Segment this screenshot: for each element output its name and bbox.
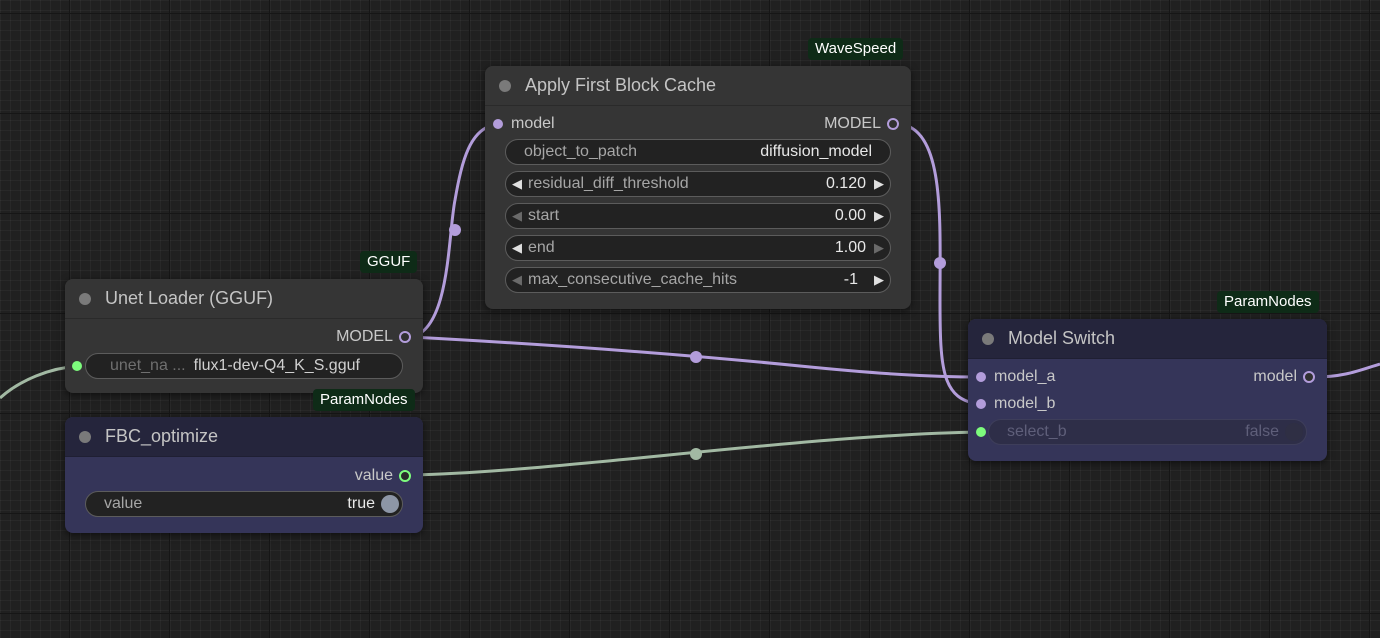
input-connector-icon[interactable] <box>976 399 986 409</box>
right-triangle-icon[interactable]: ▶ <box>868 208 890 224</box>
left-triangle-icon[interactable]: ◀ <box>506 208 528 224</box>
output-slot-label: value <box>354 467 393 484</box>
node-badge-wavespeed: WaveSpeed <box>808 38 904 60</box>
collapse-toggle-icon[interactable] <box>79 292 91 305</box>
node-unet-loader[interactable]: Unet Loader (GGUF) MODEL unet_na ... flu… <box>65 279 423 393</box>
max-consecutive-cache-hits-number[interactable]: ◀ max_consecutive_cache_hits -1 ▶ <box>505 267 891 293</box>
widget-label: unet_na ... <box>110 357 186 374</box>
widget-label: start <box>528 207 560 224</box>
residual-diff-threshold-number[interactable]: ◀ residual_diff_threshold 0.120 ▶ <box>505 171 891 197</box>
widget-label: object_to_patch <box>524 143 637 160</box>
left-triangle-icon[interactable]: ◀ <box>506 272 528 288</box>
collapse-toggle-icon[interactable] <box>982 332 994 345</box>
input-slot-label: model <box>511 115 555 132</box>
node-fbc-optimize[interactable]: FBC_optimize value value true <box>65 417 423 533</box>
output-slot-label: MODEL <box>336 328 393 345</box>
node-title: Apply First Block Cache <box>525 75 717 95</box>
input-connector-icon[interactable] <box>493 119 503 129</box>
toggle-knob-icon <box>1285 423 1303 441</box>
right-triangle-icon[interactable]: ▶ <box>868 272 890 288</box>
widget-label: max_consecutive_cache_hits <box>528 271 738 288</box>
node-badge-gguf: GGUF <box>360 251 418 273</box>
output-slot-value[interactable]: value <box>355 465 411 487</box>
widget-value: -1 <box>843 271 858 288</box>
output-slot-model[interactable]: model <box>1253 366 1315 388</box>
widget-value: flux1-dev-Q4_K_S.gguf <box>193 357 360 374</box>
end-number[interactable]: ◀ end 1.00 ▶ <box>505 235 891 261</box>
left-triangle-icon[interactable]: ◀ <box>506 240 528 256</box>
node-title: Model Switch <box>1008 328 1116 348</box>
output-slot-model[interactable]: MODEL <box>824 113 899 135</box>
right-triangle-icon[interactable]: ▶ <box>868 176 890 192</box>
widget-label: end <box>528 239 555 256</box>
link-fbc-optimize-to-select-b[interactable] <box>410 430 981 477</box>
object-to-patch-combo[interactable]: object_to_patch diffusion_model <box>505 139 891 165</box>
node-title-bar[interactable]: Model Switch <box>968 319 1327 359</box>
input-slot-label: model_a <box>994 368 1056 385</box>
widget-label: residual_diff_threshold <box>528 175 689 192</box>
toggle-knob-icon <box>381 495 399 513</box>
node-title-bar[interactable]: Unet Loader (GGUF) <box>65 279 423 319</box>
output-connector-icon[interactable] <box>1303 371 1315 383</box>
link-unet-to-switch-a[interactable] <box>410 335 981 379</box>
widget-value: false <box>1245 423 1279 440</box>
output-connector-icon[interactable] <box>399 331 411 343</box>
node-apply-first-block-cache[interactable]: Apply First Block Cache model MODEL obje… <box>485 66 911 309</box>
collapse-toggle-icon[interactable] <box>79 430 91 443</box>
node-title: FBC_optimize <box>105 426 219 446</box>
unet-name-combo[interactable]: unet_na ... flux1-dev-Q4_K_S.gguf <box>85 353 403 379</box>
right-triangle-icon[interactable]: ▶ <box>868 240 890 256</box>
select-b-toggle[interactable]: select_b false <box>988 419 1307 445</box>
input-slot-label: model_b <box>994 395 1056 412</box>
node-badge-paramnodes: ParamNodes <box>313 389 415 411</box>
widget-value: 1.00 <box>834 239 866 256</box>
widget-value: 0.120 <box>825 175 866 192</box>
output-slot-model[interactable]: MODEL <box>336 326 411 348</box>
input-connector-icon[interactable] <box>976 372 986 382</box>
start-number[interactable]: ◀ start 0.00 ▶ <box>505 203 891 229</box>
output-slot-label: model <box>1253 368 1297 385</box>
widget-label: select_b <box>1007 423 1067 440</box>
widget-value: true <box>347 495 375 512</box>
node-title: Unet Loader (GGUF) <box>105 288 274 308</box>
widget-input-connector-icon[interactable] <box>72 361 82 371</box>
node-title-bar[interactable]: FBC_optimize <box>65 417 423 457</box>
node-model-switch[interactable]: Model Switch model_a model model_b selec… <box>968 319 1327 461</box>
input-slot-model[interactable]: model <box>493 113 555 135</box>
widget-value: diffusion_model <box>760 143 872 160</box>
value-toggle[interactable]: value true <box>85 491 403 517</box>
output-slot-label: MODEL <box>824 115 881 132</box>
widget-input-connector-icon[interactable] <box>976 427 986 437</box>
node-badge-paramnodes: ParamNodes <box>1217 291 1319 313</box>
output-connector-icon[interactable] <box>887 118 899 130</box>
left-triangle-icon[interactable]: ◀ <box>506 176 528 192</box>
input-slot-model-b[interactable]: model_b <box>976 393 1055 415</box>
widget-label: value <box>104 495 143 512</box>
collapse-toggle-icon[interactable] <box>499 79 511 92</box>
node-title-bar[interactable]: Apply First Block Cache <box>485 66 911 106</box>
output-connector-icon[interactable] <box>399 470 411 482</box>
input-slot-model-a[interactable]: model_a <box>976 366 1055 388</box>
widget-value: 0.00 <box>834 207 866 224</box>
